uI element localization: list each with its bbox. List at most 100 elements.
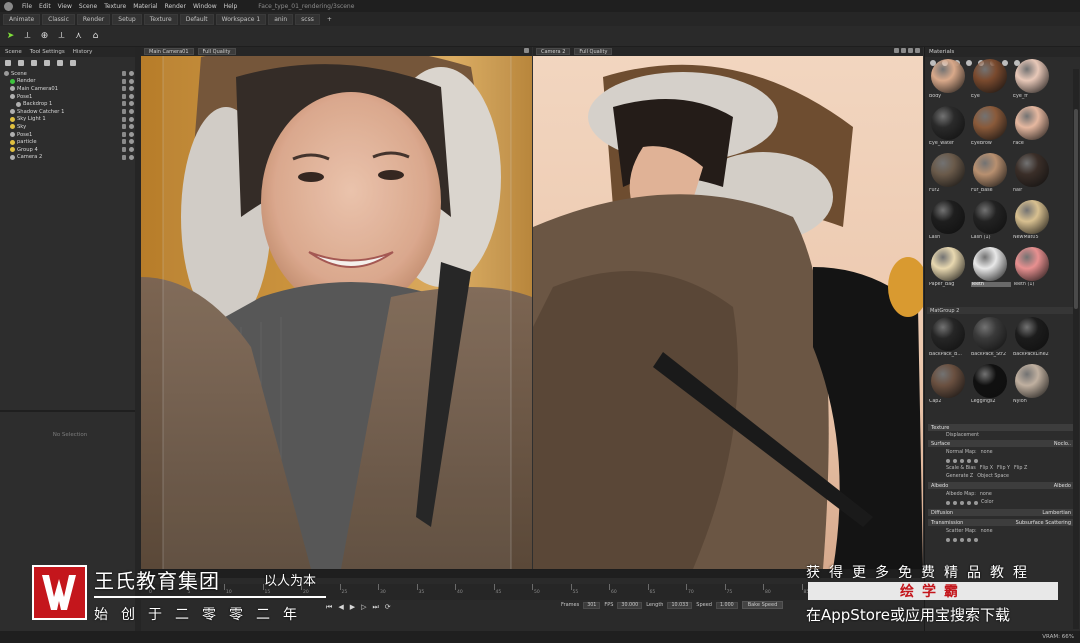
map-action-icon[interactable] [946,458,950,463]
material-thumbnail[interactable]: BackPack_B... [928,317,968,361]
visibility-icon[interactable] [129,101,134,107]
map-action-icon[interactable] [974,500,978,505]
scale-gizmo-icon[interactable]: ⟂ [56,31,67,42]
lock-icon[interactable] [122,147,126,152]
viewport-main-camera[interactable]: Main Camera01 Full Quality [141,47,532,569]
scene-tree-item[interactable]: Scene [0,70,140,78]
material-thumbnail[interactable]: Eye [970,59,1010,103]
delete-icon[interactable] [70,60,76,66]
viewport-layout-icon[interactable] [901,48,906,53]
fps-field[interactable]: 30.000 [617,601,643,609]
maximize-viewport-icon[interactable] [524,48,529,53]
surface-section[interactable]: Surface Noclo.. [928,440,1074,447]
menu-file[interactable]: File [22,3,32,10]
bake-speed-button[interactable]: Bake Speed [741,601,784,609]
material-thumbnail[interactable]: Fur2 [928,153,968,197]
generate-z-row[interactable]: Generate Z Object Space [928,473,1074,480]
scene-tree-item[interactable]: Group 4 [0,146,140,154]
tab-scene[interactable]: Scene [5,49,22,55]
tab-anin[interactable]: anin [268,13,294,25]
material-thumbnail[interactable]: hair [1012,153,1052,197]
material-thumbnail[interactable]: Teeth [970,247,1011,291]
lock-icon[interactable] [122,101,126,107]
tab-texture[interactable]: Texture [143,13,178,25]
camera-select[interactable]: Main Camera01 [144,48,194,55]
scene-tree-item[interactable]: particle [0,138,140,146]
displacement-select[interactable]: Displacement [928,432,1074,439]
map-action-icon[interactable] [974,537,978,542]
material-thumbnail[interactable]: Fur_Base [970,153,1010,197]
map-action-icon[interactable] [946,537,950,542]
menu-edit[interactable]: Edit [39,3,51,10]
lock-icon[interactable] [122,71,126,76]
map-action-icon[interactable] [953,537,957,542]
add-object-icon[interactable] [5,60,11,66]
material-thumbnail[interactable]: Lash [928,200,968,244]
diffusion-section[interactable]: Diffusion Lambertian [928,509,1074,516]
visibility-icon[interactable] [129,116,134,122]
texture-section[interactable]: Texture [928,424,1074,431]
material-thumbnail[interactable]: Teeth (1) [1012,247,1052,291]
material-thumbnail[interactable]: BackPack_Str2 [970,317,1010,361]
material-thumbnail[interactable]: Eye_fr [1012,59,1052,103]
quality-select[interactable]: Full Quality [197,48,236,55]
lock-icon[interactable] [122,86,126,92]
visibility-icon[interactable] [129,147,134,152]
add-camera-icon[interactable] [31,60,37,66]
menu-view[interactable]: View [58,3,72,10]
material-thumbnail[interactable]: Nylon [1012,364,1052,408]
tab-classic[interactable]: Classic [42,13,75,25]
map-action-icon[interactable] [960,537,964,542]
lock-icon[interactable] [122,109,126,114]
tab-scss[interactable]: scss [295,13,320,25]
pivot-icon[interactable]: ⋏ [73,31,84,42]
camera-select[interactable]: Camera 2 [536,48,571,55]
tab-workspace-1[interactable]: Workspace 1 [215,13,267,25]
viewport-grid-icon[interactable] [908,48,913,53]
map-action-icon[interactable] [960,500,964,505]
transmission-section[interactable]: Transmission Subsurface Scattering [928,519,1074,526]
add-light-icon[interactable] [18,60,24,66]
tab-animate[interactable]: Animate [3,13,41,25]
visibility-icon[interactable] [129,139,134,145]
tab-render[interactable]: Render [76,13,111,25]
lock-icon[interactable] [122,78,126,84]
menu-texture[interactable]: Texture [104,3,126,10]
tab-setup[interactable]: Setup [112,13,142,25]
scene-tree-item[interactable]: Camera 2 [0,154,140,162]
material-thumbnail[interactable]: Cap2 [928,364,968,408]
visibility-icon[interactable] [129,78,134,84]
material-thumbnail[interactable]: Lash (1) [970,200,1010,244]
scene-tree-item[interactable]: Main Camera01 [0,85,140,93]
viewport-settings-icon[interactable] [894,48,899,53]
material-thumbnail[interactable]: Paper_Bag [928,247,968,291]
map-action-icon[interactable] [967,537,971,542]
materials-scrollbar[interactable] [1073,69,1079,629]
scene-tree-item[interactable]: Pose1 [0,131,140,139]
add-tab-button[interactable]: + [322,15,337,24]
map-action-icon[interactable] [967,458,971,463]
duplicate-icon[interactable] [57,60,63,66]
viewport-close-icon[interactable] [915,48,920,53]
tab-default[interactable]: Default [179,13,214,25]
normal-map-row[interactable]: Normal Map: none [928,449,1074,456]
material-thumbnail[interactable]: Eye_water [928,106,968,150]
visibility-icon[interactable] [129,109,134,114]
lock-icon[interactable] [122,154,126,160]
map-action-icon[interactable] [946,500,950,505]
frames-field[interactable]: 301 [583,601,601,609]
map-action-icon[interactable] [974,458,978,463]
viewport-camera-2[interactable]: Camera 2 Full Quality [533,47,923,569]
material-thumbnail[interactable]: Body [928,59,968,103]
material-thumbnail[interactable]: EyeBrow [970,106,1010,150]
lock-icon[interactable] [122,139,126,145]
scene-tree-item[interactable]: Shadow Catcher 1 [0,108,140,116]
rotate-gizmo-icon[interactable]: ⊕ [39,31,50,42]
scale-flip-row[interactable]: Scale & Bias Flip X Flip Y Flip Z [928,465,1074,472]
scatter-map-row[interactable]: Scatter Map: none [928,528,1074,535]
skip-end-icon[interactable]: ⏭ [372,603,378,612]
material-group-header[interactable]: MatGroup 2 [927,307,1073,314]
normal-map-icons[interactable] [928,457,1074,464]
menu-render[interactable]: Render [165,3,186,10]
scene-tree-item[interactable]: Sky [0,123,140,131]
